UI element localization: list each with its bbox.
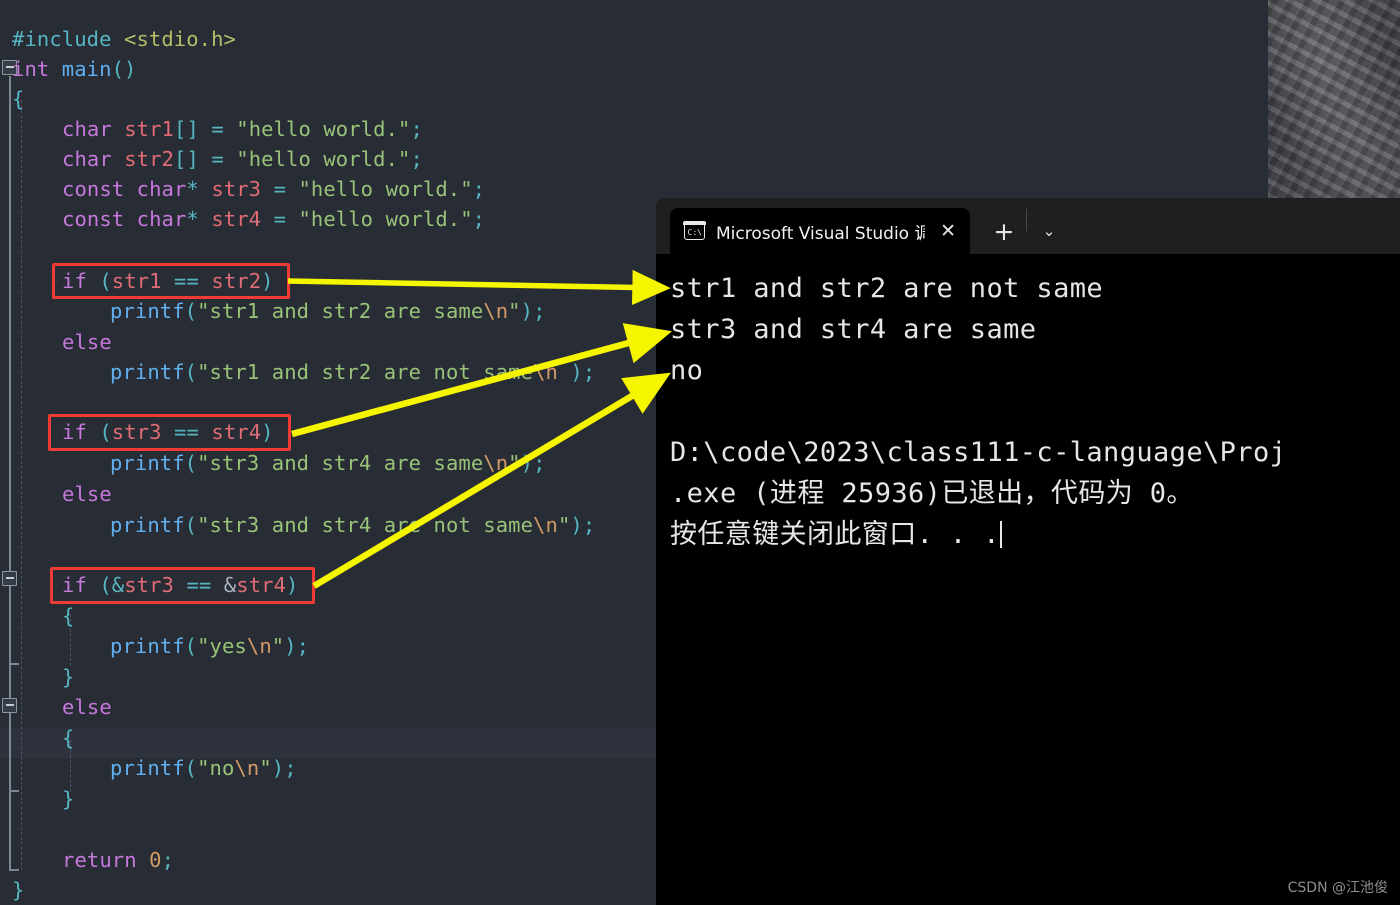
code-line-5: char str2[] = "hello world.";: [62, 147, 423, 171]
watermark: CSDN @江池俊: [1287, 880, 1388, 896]
code-line-17: printf("str3 and str4 are not same\n");: [110, 513, 596, 537]
highlight-box-str1-str2: [52, 263, 290, 299]
console-exit-prompt: 按任意键关闭此窗口. . .: [670, 519, 1000, 550]
new-tab-button[interactable]: +: [982, 208, 1026, 254]
code-line-22: }: [62, 665, 75, 689]
console-output-line: .exe (进程 25936)已退出，代码为 0。: [670, 478, 1194, 509]
screenshot-root: #include <stdio.h> int main() { char str…: [0, 0, 1400, 905]
console-output-line: str1 and str2 are not same: [670, 273, 1104, 304]
close-icon[interactable]: ✕: [936, 221, 960, 241]
console-output-line: no: [670, 355, 704, 386]
code-line-21: printf("yes\n");: [110, 634, 310, 658]
terminal-output[interactable]: str1 and str2 are not same str3 and str4…: [656, 254, 1400, 905]
highlight-box-addr-str3-str4: [50, 567, 315, 604]
code-line-6: const char* str3 = "hello world.";: [62, 177, 486, 201]
code-line-2: int main(): [12, 57, 137, 81]
code-line-23: else: [62, 695, 112, 719]
highlight-box-str3-str4: [48, 414, 291, 451]
code-line-16: else: [62, 482, 112, 506]
code-line-20: {: [62, 604, 75, 628]
console-output-line: D:\code\2023\class111-c-language\Proj: [670, 437, 1287, 468]
text-cursor: [999, 521, 1002, 548]
code-line-24: {: [62, 726, 75, 750]
terminal-tab[interactable]: Microsoft Visual Studio 调试控 ✕: [670, 208, 970, 254]
code-line-7: const char* str4 = "hello world.";: [62, 207, 486, 231]
terminal-window[interactable]: Microsoft Visual Studio 调试控 ✕ + ⌄ str1 a…: [656, 198, 1400, 905]
code-line-10: printf("str1 and str2 are same\n");: [110, 299, 546, 323]
console-output-line-last: 按任意键关闭此窗口. . .: [670, 514, 1400, 555]
code-line-28: return 0;: [62, 848, 175, 872]
code-line-12: printf("str1 and str2 are not same\n );: [110, 360, 596, 384]
terminal-icon: [683, 221, 706, 240]
code-line-15: printf("str3 and str4 are same\n");: [110, 451, 546, 475]
code-line-4: char str1[] = "hello world.";: [62, 117, 423, 141]
chevron-down-icon[interactable]: ⌄: [1027, 208, 1071, 254]
code-line-1: #include <stdio.h>: [12, 27, 236, 51]
terminal-tab-bar: Microsoft Visual Studio 调试控 ✕ + ⌄: [656, 198, 1400, 254]
terminal-tab-title: Microsoft Visual Studio 调试控: [716, 223, 926, 244]
code-line-3: {: [12, 87, 25, 111]
code-line-11: else: [62, 330, 112, 354]
code-line-25: printf("no\n");: [110, 756, 297, 780]
code-line-26: }: [62, 787, 75, 811]
desktop-wallpaper: [1268, 0, 1400, 198]
console-output-line: str3 and str4 are same: [670, 314, 1037, 345]
code-line-29: }: [12, 878, 25, 902]
